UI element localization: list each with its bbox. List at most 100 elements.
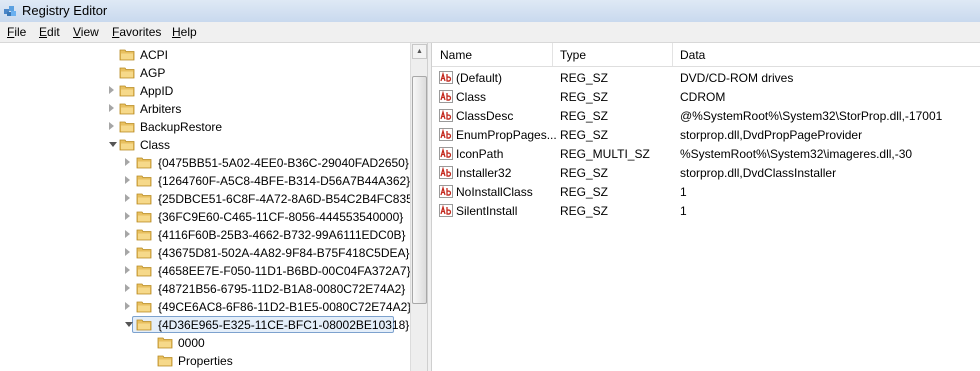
- folder-icon: [136, 247, 152, 259]
- tree-node[interactable]: {0475BB51-5A02-4EE0-B36C-29040FAD2650}: [0, 154, 410, 172]
- tree-node[interactable]: Class: [0, 136, 410, 154]
- expand-arrow-icon[interactable]: [125, 230, 130, 238]
- folder-icon: [119, 85, 135, 97]
- value-name: SilentInstall: [456, 204, 518, 218]
- column-divider[interactable]: [672, 43, 673, 66]
- folder-icon: [157, 355, 173, 367]
- tree-scrollbar[interactable]: ▲: [410, 43, 428, 371]
- tree-node-label: Class: [140, 138, 171, 152]
- column-header-data[interactable]: Data: [680, 48, 705, 62]
- value-row[interactable]: NoInstallClass REG_SZ 1: [432, 182, 980, 201]
- tree-node[interactable]: {4116F60B-25B3-4662-B732-99A6111EDC0B}: [0, 226, 410, 244]
- value-data: storprop.dll,DvdPropPageProvider: [680, 128, 863, 142]
- tree-node-label: {4D36E965-E325-11CE-BFC1-08002BE10318}: [158, 318, 410, 332]
- scroll-thumb[interactable]: [412, 76, 427, 304]
- value-type: REG_SZ: [560, 204, 609, 218]
- string-value-icon: [439, 147, 453, 160]
- value-type: REG_SZ: [560, 128, 609, 142]
- value-row[interactable]: Class REG_SZ CDROM: [432, 87, 980, 106]
- tree-node[interactable]: {1264760F-A5C8-4BFE-B314-D56A7B44A362}: [0, 172, 410, 190]
- tree-node-label: {43675D81-502A-4A82-9F84-B75F418C5DEA}: [158, 246, 410, 260]
- value-row[interactable]: (Default) REG_SZ DVD/CD-ROM drives: [432, 68, 980, 87]
- value-type: REG_MULTI_SZ: [560, 147, 650, 161]
- registry-key-tree[interactable]: ACPI AGP AppID Arbiters BackupRestore Class {0…: [0, 43, 427, 371]
- value-name: (Default): [456, 71, 503, 85]
- menu-view[interactable]: View: [73, 25, 99, 39]
- tree-node[interactable]: {36FC9E60-C465-11CF-8056-444553540000}: [0, 208, 410, 226]
- tree-node[interactable]: {4D36E965-E325-11CE-BFC1-08002BE10318}: [0, 316, 410, 334]
- value-data: @%SystemRoot%\System32\StorProp.dll,-170…: [680, 109, 943, 123]
- string-value-icon: [439, 90, 453, 103]
- string-value-icon: [439, 71, 453, 84]
- value-type: REG_SZ: [560, 90, 609, 104]
- expand-arrow-icon[interactable]: [125, 212, 130, 220]
- tree-node-label: 0000: [178, 336, 205, 350]
- folder-icon: [136, 265, 152, 277]
- folder-icon: [157, 337, 173, 349]
- tree-node-label: {4116F60B-25B3-4662-B732-99A6111EDC0B}: [158, 228, 406, 242]
- expand-arrow-icon[interactable]: [109, 86, 114, 94]
- value-row[interactable]: IconPath REG_MULTI_SZ %SystemRoot%\System3…: [432, 144, 980, 163]
- expand-arrow-icon[interactable]: [125, 158, 130, 166]
- expand-arrow-icon[interactable]: [125, 194, 130, 202]
- string-value-icon: [439, 109, 453, 122]
- tree-node[interactable]: ACPI: [0, 46, 410, 64]
- value-row[interactable]: ClassDesc REG_SZ @%SystemRoot%\System32\St…: [432, 106, 980, 125]
- column-header-type[interactable]: Type: [560, 48, 586, 62]
- tree-node[interactable]: {25DBCE51-6C8F-4A72-8A6D-B54C2B4FC835}: [0, 190, 417, 208]
- column-header-name[interactable]: Name: [440, 48, 472, 62]
- expand-arrow-icon[interactable]: [125, 302, 130, 310]
- tree-node[interactable]: Arbiters: [0, 100, 410, 118]
- tree-node[interactable]: {48721B56-6795-11D2-B1A8-0080C72E74A2}: [0, 280, 410, 298]
- value-type: REG_SZ: [560, 109, 609, 123]
- value-data: storprop.dll,DvdClassInstaller: [680, 166, 837, 180]
- expand-arrow-icon[interactable]: [125, 176, 130, 184]
- folder-icon: [119, 49, 135, 61]
- tree-node[interactable]: 0000: [0, 334, 410, 352]
- tree-node[interactable]: AGP: [0, 64, 410, 82]
- tree-node-label: Properties: [178, 354, 233, 368]
- registry-editor-icon: [4, 6, 16, 16]
- expand-arrow-icon[interactable]: [125, 284, 130, 292]
- collapse-arrow-icon[interactable]: [125, 322, 133, 327]
- tree-node[interactable]: BackupRestore: [0, 118, 410, 136]
- folder-icon: [136, 211, 152, 223]
- value-row[interactable]: EnumPropPages... REG_SZ storprop.dll,DvdPr…: [432, 125, 980, 144]
- value-type: REG_SZ: [560, 166, 609, 180]
- tree-node-label: {49CE6AC8-6F86-11D2-B1E5-0080C72E74A2}: [158, 300, 412, 314]
- tree-node-label: Arbiters: [140, 102, 182, 116]
- tree-node-label: AGP: [140, 66, 166, 80]
- value-row[interactable]: SilentInstall REG_SZ 1: [432, 201, 980, 220]
- tree-node[interactable]: AppID: [0, 82, 410, 100]
- tree-node[interactable]: {43675D81-502A-4A82-9F84-B75F418C5DEA}: [0, 244, 410, 262]
- value-data: DVD/CD-ROM drives: [680, 71, 794, 85]
- value-name: IconPath: [456, 147, 504, 161]
- menu-edit[interactable]: Edit: [39, 25, 60, 39]
- tree-node-label: {1264760F-A5C8-4BFE-B314-D56A7B44A362}: [158, 174, 411, 188]
- menu-help[interactable]: Help: [172, 25, 197, 39]
- expand-arrow-icon[interactable]: [109, 122, 114, 130]
- column-divider[interactable]: [552, 43, 553, 66]
- folder-icon: [136, 157, 152, 169]
- menu-favorites[interactable]: Favorites: [112, 25, 161, 39]
- string-value-icon: [439, 185, 453, 198]
- tree-node[interactable]: {49CE6AC8-6F86-11D2-B1E5-0080C72E74A2}: [0, 298, 412, 316]
- tree-node[interactable]: {4658EE7E-F050-11D1-B6BD-00C04FA372A7}: [0, 262, 411, 280]
- expand-arrow-icon[interactable]: [125, 266, 130, 274]
- menu-file[interactable]: File: [7, 25, 26, 39]
- tree-node[interactable]: Properties: [0, 352, 410, 370]
- scroll-up-arrow-icon[interactable]: ▲: [412, 44, 427, 59]
- tree-node-label: BackupRestore: [140, 120, 223, 134]
- collapse-arrow-icon[interactable]: [109, 142, 117, 147]
- value-row[interactable]: Installer32 REG_SZ storprop.dll,DvdClassIn…: [432, 163, 980, 182]
- expand-arrow-icon[interactable]: [109, 104, 114, 112]
- values-list[interactable]: Name Type Data (Default) REG_SZ DVD/CD-ROM…: [432, 43, 980, 371]
- window-title: Registry Editor: [22, 3, 108, 18]
- tree-node-label: ACPI: [140, 48, 169, 62]
- value-name: Installer32: [456, 166, 512, 180]
- tree-node-label: {36FC9E60-C465-11CF-8056-444553540000}: [158, 210, 404, 224]
- value-type: REG_SZ: [560, 71, 609, 85]
- tree-node-label: AppID: [140, 84, 174, 98]
- expand-arrow-icon[interactable]: [125, 248, 130, 256]
- value-name: EnumPropPages...: [456, 128, 557, 142]
